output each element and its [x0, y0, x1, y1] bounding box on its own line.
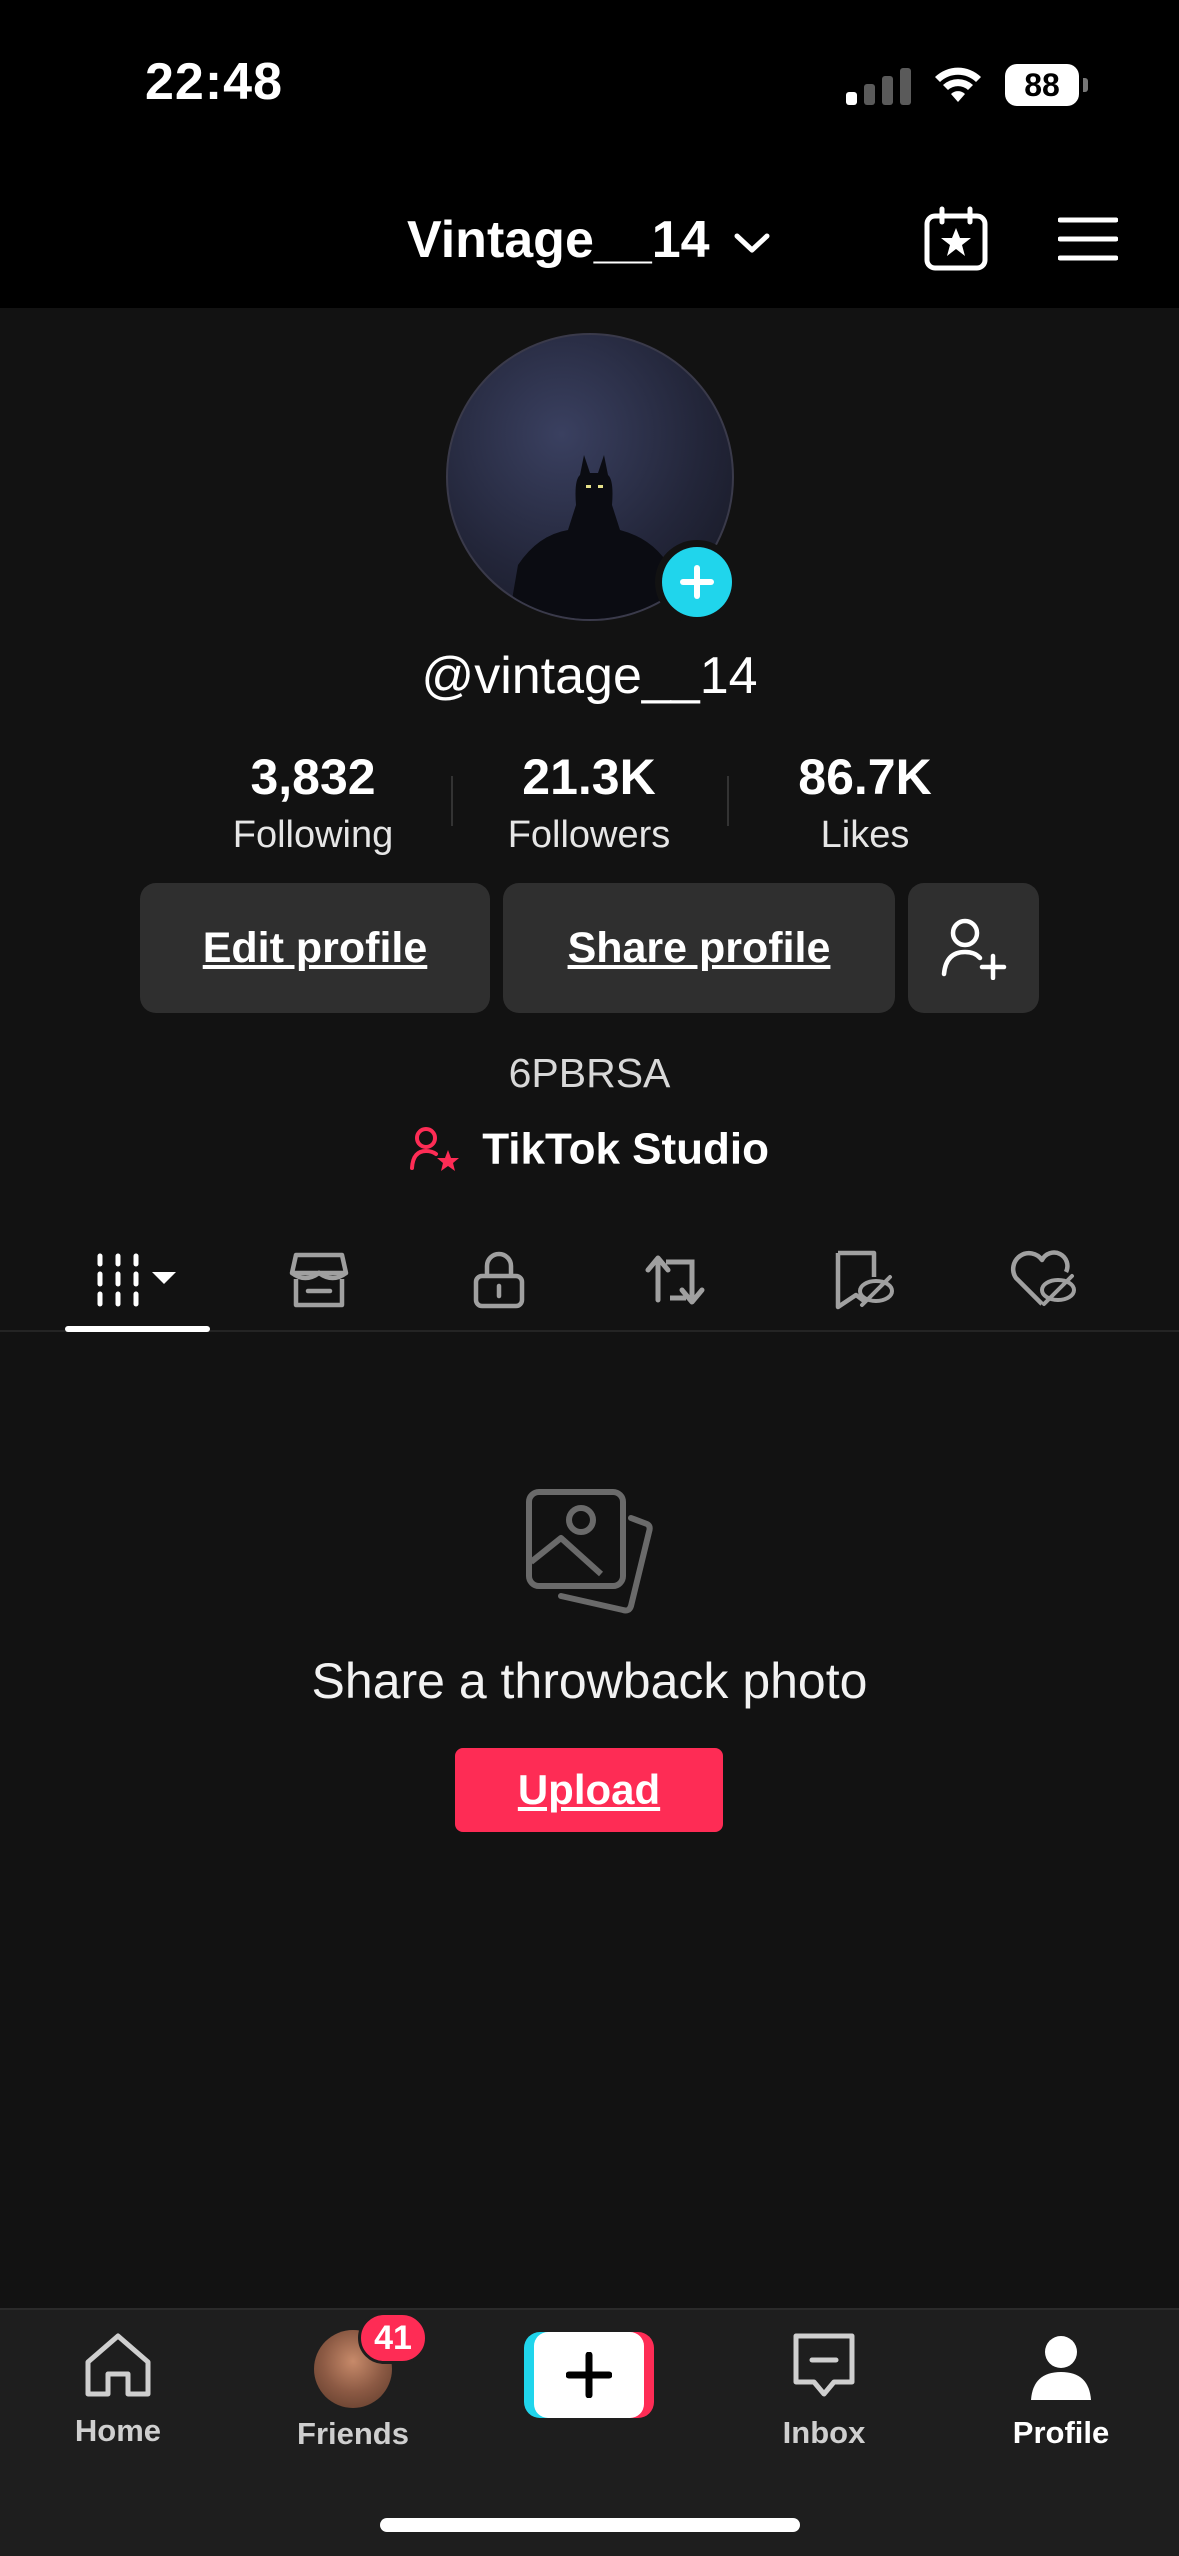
home-icon	[85, 2333, 151, 2397]
videos-grid-icon	[97, 1253, 176, 1307]
repost-icon	[645, 1255, 705, 1305]
add-user-icon	[941, 918, 1006, 980]
profile-tabs	[0, 1230, 1179, 1332]
tab-selected-indicator	[65, 1326, 210, 1332]
stat-divider	[727, 776, 729, 826]
stat-value: 3,832	[250, 749, 376, 805]
nav-inbox[interactable]: Inbox	[724, 2330, 924, 2451]
top-nav: Vintage__14	[0, 170, 1179, 308]
add-friend-button[interactable]	[908, 883, 1039, 1013]
add-avatar-button[interactable]	[655, 540, 739, 624]
status-indicators: 88	[846, 60, 1088, 110]
stat-followers[interactable]: 21.3K Followers	[474, 748, 704, 857]
status-time: 22:48	[145, 53, 283, 111]
stat-label: Following	[232, 814, 394, 856]
nav-profile[interactable]: Profile	[961, 2330, 1161, 2451]
friends-badge: 41	[358, 2312, 428, 2364]
nav-home[interactable]: Home	[18, 2330, 218, 2449]
share-profile-button[interactable]: Share profile	[503, 883, 895, 1013]
profile-icon	[1031, 2336, 1091, 2400]
tiktok-studio-link[interactable]: TikTok Studio	[0, 1122, 1179, 1174]
status-bar: 22:48 88	[0, 0, 1179, 170]
stat-value: 21.3K	[522, 749, 656, 805]
stat-likes[interactable]: 86.7K Likes	[750, 748, 980, 857]
nav-friends-label: Friends	[297, 2416, 409, 2451]
nav-home-label: Home	[74, 2413, 162, 2448]
tab-reposts[interactable]	[604, 1230, 754, 1330]
stat-label: Followers	[507, 814, 671, 856]
nav-inbox-label: Inbox	[782, 2415, 866, 2450]
inbox-icon	[793, 2333, 855, 2397]
tab-shop[interactable]	[244, 1230, 394, 1330]
favorites-hidden-icon	[835, 1250, 894, 1310]
empty-state-title: Share a throwback photo	[311, 1653, 868, 1709]
edit-profile-button[interactable]: Edit profile	[140, 883, 490, 1013]
upload-button[interactable]: Upload	[455, 1748, 723, 1832]
wifi-icon	[935, 67, 981, 102]
calendar-star-icon[interactable]	[922, 206, 990, 272]
shop-icon	[289, 1252, 349, 1308]
chevron-down-icon	[734, 233, 770, 253]
photos-icon	[526, 1489, 653, 1614]
tab-favorites[interactable]	[788, 1230, 938, 1330]
account-switcher[interactable]: Vintage__14	[0, 210, 1179, 270]
account-username: Vintage__14	[406, 211, 710, 269]
lock-icon	[473, 1251, 525, 1309]
studio-label: TikTok Studio	[482, 1124, 770, 1174]
stat-label: Likes	[820, 814, 910, 856]
tab-liked[interactable]	[968, 1230, 1118, 1330]
studio-user-star-icon	[409, 1127, 459, 1172]
menu-icon[interactable]	[1058, 216, 1118, 262]
cellular-signal-icon	[846, 65, 911, 105]
home-indicator	[380, 2518, 800, 2532]
stat-following[interactable]: 3,832 Following	[198, 748, 428, 857]
plus-icon	[680, 565, 714, 599]
plus-icon	[566, 2352, 612, 2398]
liked-hidden-icon	[1010, 1250, 1076, 1306]
profile-handle: @vintage__14	[421, 647, 758, 705]
battery-icon: 88	[1005, 64, 1088, 106]
stat-value: 86.7K	[798, 749, 932, 805]
tab-private[interactable]	[424, 1230, 574, 1330]
profile-stats: 3,832 Following 21.3K Followers 86.7K Li…	[0, 748, 1179, 858]
tab-videos[interactable]	[62, 1230, 212, 1330]
nav-profile-label: Profile	[1012, 2415, 1110, 2450]
create-button[interactable]	[524, 2332, 654, 2418]
stat-divider	[451, 776, 453, 826]
profile-code: 6PBRSA	[508, 1050, 671, 1096]
